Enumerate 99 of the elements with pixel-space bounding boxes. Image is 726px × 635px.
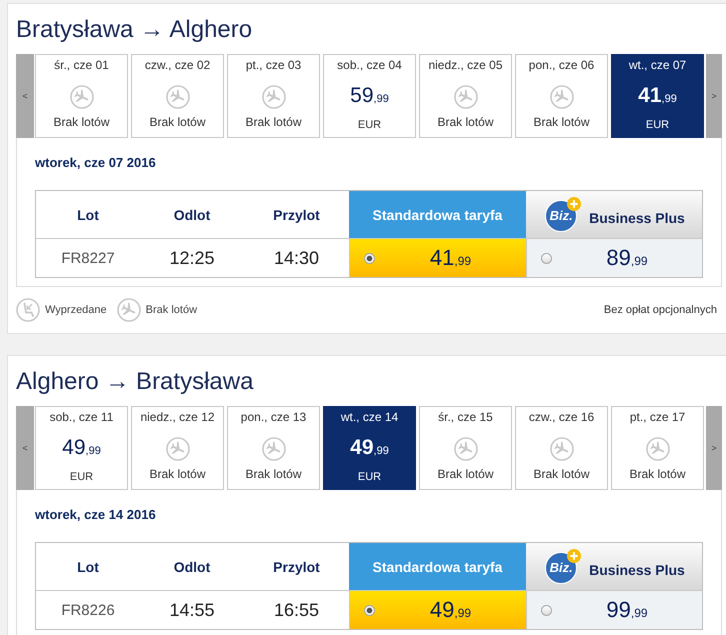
selected-date-heading: wtorek, cze 07 2016 — [35, 155, 157, 171]
flight-number: FR8226 — [36, 590, 140, 629]
no-flights-label: Brak lotów — [149, 466, 206, 482]
date-label: niedz., cze 05 — [428, 57, 503, 73]
date-price: 49,99 — [62, 435, 101, 461]
date-tab[interactable]: pt., cze 17 Brak lotów — [611, 406, 704, 490]
date-tab[interactable]: czw., cze 02 Brak lotów — [131, 54, 224, 138]
plane-circle-icon — [70, 85, 94, 109]
departure-time: 12:25 — [140, 238, 244, 277]
radio-button[interactable] — [364, 604, 375, 616]
plus-badge-icon — [567, 196, 582, 210]
column-header: Przylot — [272, 206, 321, 225]
plane-circle-icon — [262, 437, 286, 461]
flight-number: FR8227 — [36, 238, 140, 277]
date-label: śr., cze 15 — [438, 409, 493, 425]
no-flights-label: Brak lotów — [149, 114, 206, 130]
date-label: niedz., cze 12 — [140, 409, 215, 425]
route-title: Alghero → Bratysława — [16, 367, 254, 397]
fare-header: Standardowa taryfa — [349, 543, 526, 590]
legend-label: Brak lotów — [146, 304, 198, 316]
biz-logo: Biz. — [545, 552, 578, 584]
date-tab[interactable]: śr., cze 15 Brak lotów — [419, 406, 512, 490]
date-tab[interactable]: pon., cze 13 Brak lotów — [227, 406, 320, 490]
currency-label: EUR — [358, 118, 382, 133]
no-flights-label: Brak lotów — [437, 466, 494, 482]
date-label: pt., cze 17 — [630, 409, 686, 425]
radio-button[interactable] — [541, 604, 552, 616]
currency-label: EUR — [70, 470, 94, 485]
currency-label: EUR — [646, 118, 670, 133]
plane-circle-icon — [550, 85, 574, 109]
column-header: Lot — [76, 206, 100, 224]
legend-label: Wyprzedane — [45, 304, 107, 316]
departure-time: 14:55 — [140, 590, 244, 629]
date-label: czw., cze 16 — [528, 409, 594, 425]
date-label: wt., cze 07 — [628, 57, 686, 73]
fare-price: 49,99 — [430, 597, 472, 623]
date-tab[interactable]: sob., cze 11 49,99 EUR — [35, 406, 128, 490]
plus-badge-icon — [567, 548, 582, 562]
fare-header-label: Business Plus — [589, 562, 685, 578]
radio-button[interactable] — [541, 252, 552, 264]
fare-cell[interactable]: 89,99 — [526, 238, 702, 277]
fare-cell[interactable]: 49,99 — [349, 590, 526, 629]
plane-circle-icon — [550, 437, 574, 461]
fare-header: Standardowa taryfa — [349, 191, 526, 238]
date-price: 41,99 — [638, 83, 677, 109]
plane-circle-icon — [166, 85, 190, 109]
date-label: pt., cze 03 — [246, 57, 302, 73]
fare-header-label: Business Plus — [589, 210, 685, 226]
date-tab[interactable]: wt., cze 07 41,99 EUR — [611, 54, 704, 138]
date-price: 59,99 — [350, 83, 389, 109]
column-header: Odlot — [172, 558, 212, 576]
next-dates-button[interactable]: > — [706, 406, 722, 490]
previous-dates-button[interactable]: < — [16, 406, 34, 490]
no-flights-label: Brak lotów — [437, 114, 494, 130]
date-label: pon., cze 13 — [240, 409, 306, 425]
column-header: Odlot — [172, 206, 212, 224]
date-label: sob., cze 04 — [337, 57, 402, 73]
no-flights-label: Brak lotów — [53, 114, 110, 130]
date-tab[interactable]: sob., cze 04 59,99 EUR — [323, 54, 416, 138]
route-title: Bratysława → Alghero — [16, 15, 254, 45]
no-flights-label: Brak lotów — [533, 114, 590, 130]
column-header: Przylot — [272, 558, 321, 577]
fare-price: 41,99 — [430, 245, 472, 271]
plane-circle-icon — [454, 85, 478, 109]
previous-dates-button[interactable]: < — [16, 54, 34, 138]
no-flights-label: Brak lotów — [245, 466, 302, 482]
date-tab[interactable]: niedz., cze 05 Brak lotów — [419, 54, 512, 138]
date-tab[interactable]: śr., cze 01 Brak lotów — [35, 54, 128, 138]
no-flights-label: Brak lotów — [629, 466, 686, 482]
biz-logo: Biz. — [545, 200, 578, 232]
fees-note: Bez opłat opcjonalnych — [604, 304, 717, 316]
date-tab[interactable]: niedz., cze 12 Brak lotów — [131, 406, 224, 490]
no-flights-label: Brak lotów — [533, 466, 590, 482]
date-tab[interactable]: pon., cze 06 Brak lotów — [515, 54, 608, 138]
date-label: sob., cze 11 — [50, 409, 114, 425]
date-label: śr., cze 01 — [54, 57, 109, 73]
date-tab[interactable]: pt., cze 03 Brak lotów — [227, 54, 320, 138]
date-label: wt., cze 14 — [340, 409, 398, 425]
seat-circle-icon — [16, 298, 40, 322]
plane-circle-icon — [166, 437, 190, 461]
plane-circle-icon — [646, 437, 670, 461]
fare-price: 89,99 — [606, 245, 648, 271]
date-tab[interactable]: wt., cze 14 49,99 EUR — [323, 406, 416, 490]
fare-price: 99,99 — [606, 597, 648, 623]
plane-circle-icon — [262, 85, 286, 109]
plane-circle-icon — [454, 437, 478, 461]
fare-cell[interactable]: 41,99 — [349, 238, 526, 277]
date-label: czw., cze 02 — [144, 57, 210, 73]
next-dates-button[interactable]: > — [706, 54, 722, 138]
plane-circle-icon — [116, 298, 141, 322]
date-tab[interactable]: czw., cze 16 Brak lotów — [515, 406, 608, 490]
date-price: 49,99 — [350, 435, 389, 461]
selected-date-heading: wtorek, cze 14 2016 — [35, 507, 157, 523]
currency-label: EUR — [358, 470, 382, 485]
date-label: pon., cze 06 — [528, 57, 594, 73]
no-flights-label: Brak lotów — [245, 114, 302, 130]
radio-button[interactable] — [364, 252, 375, 264]
column-header: Lot — [76, 558, 100, 576]
fare-cell[interactable]: 99,99 — [526, 590, 702, 629]
